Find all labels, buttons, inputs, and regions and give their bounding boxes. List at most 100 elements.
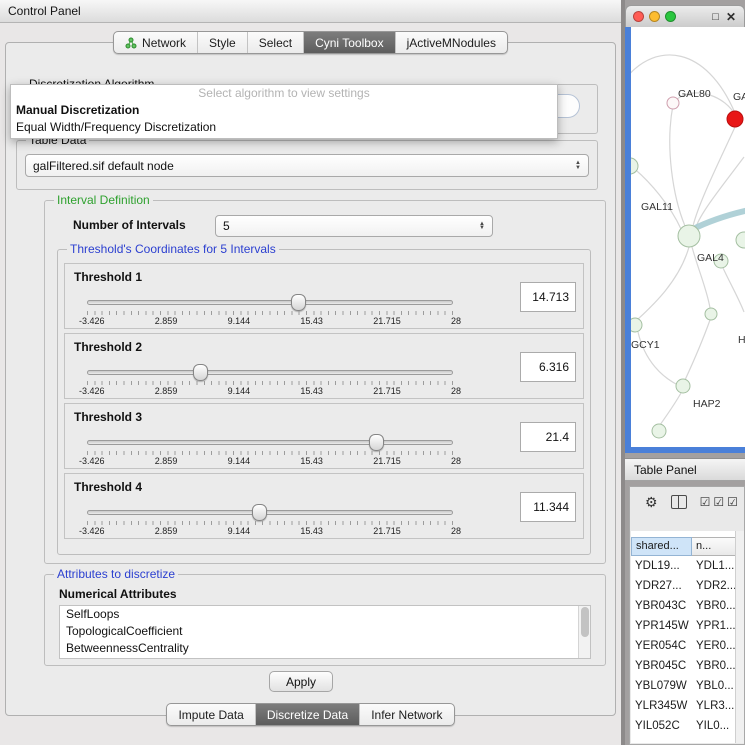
network-canvas[interactable]: GAL80 GA GAL11 GAL4 GCY1 H HAP2 bbox=[625, 27, 745, 453]
table-row[interactable]: YDR27... YDR2... bbox=[631, 576, 736, 596]
threshold-2-value-field[interactable]: 6.316 bbox=[520, 352, 576, 382]
minimize-traffic-light[interactable] bbox=[649, 11, 660, 22]
slider-track[interactable] bbox=[87, 370, 453, 375]
slider-ticks bbox=[87, 381, 453, 385]
table-row[interactable]: YBR043C YBR0... bbox=[631, 596, 736, 616]
control-panel-title: Control Panel bbox=[8, 4, 81, 18]
table-row[interactable]: YPR145W YPR1... bbox=[631, 616, 736, 636]
table-panel-header: Table Panel bbox=[625, 458, 745, 481]
interval-definition-group-label: Interval Definition bbox=[54, 193, 153, 207]
network-node[interactable] bbox=[705, 308, 717, 320]
interval-definition-group: Interval Definition Number of Intervals … bbox=[44, 200, 606, 564]
network-icon bbox=[125, 37, 137, 49]
column-header-shared-name[interactable]: shared... bbox=[631, 537, 692, 556]
table-row[interactable]: YLR345W YLR3... bbox=[631, 696, 736, 716]
slider-track[interactable] bbox=[87, 440, 453, 445]
app-window: Control Panel Network Style bbox=[0, 0, 745, 745]
slider-track[interactable] bbox=[87, 300, 453, 305]
node-label-hap2: HAP2 bbox=[693, 398, 721, 410]
threshold-2-slider[interactable] bbox=[87, 364, 453, 380]
slider-thumb[interactable] bbox=[369, 434, 384, 451]
apply-button[interactable]: Apply bbox=[269, 671, 333, 692]
tab-impute-data[interactable]: Impute Data bbox=[167, 704, 255, 725]
numerical-attributes-label: Numerical Attributes bbox=[59, 587, 177, 601]
checkbox-icon[interactable]: ☑ bbox=[727, 495, 738, 509]
tab-select[interactable]: Select bbox=[248, 32, 304, 53]
table-data-combobox[interactable]: galFiltered.sif default node ▲ ▼ bbox=[25, 154, 589, 177]
threshold-4-panel: Threshold 4 -3.426 2.859 9.144 15.43 21.… bbox=[64, 473, 584, 539]
number-of-intervals-combobox[interactable]: 5 ▲ ▼ bbox=[215, 215, 493, 237]
algorithm-option-equal-width[interactable]: Equal Width/Frequency Discretization bbox=[11, 119, 557, 136]
gear-icon[interactable]: ⚙ bbox=[645, 494, 658, 511]
threshold-3-panel: Threshold 3 -3.426 2.859 9.144 15.43 21.… bbox=[64, 403, 584, 469]
network-node-gcy1[interactable] bbox=[631, 318, 642, 332]
tab-discretize-data[interactable]: Discretize Data bbox=[256, 704, 360, 725]
node-label-gal80: GAL80 bbox=[678, 88, 711, 100]
algorithm-option-placeholder[interactable]: Select algorithm to view settings bbox=[11, 85, 557, 102]
thresholds-group-label: Threshold's Coordinates for 5 Intervals bbox=[67, 242, 279, 256]
close-traffic-light[interactable] bbox=[633, 11, 644, 22]
number-of-intervals-value: 5 bbox=[223, 219, 230, 233]
attributes-group-label: Attributes to discretize bbox=[54, 567, 178, 581]
list-scrollbar[interactable] bbox=[578, 606, 590, 658]
tab-infer-network[interactable]: Infer Network bbox=[360, 704, 453, 725]
threshold-1-slider[interactable] bbox=[87, 294, 453, 310]
slider-track[interactable] bbox=[87, 510, 453, 515]
columns-icon[interactable] bbox=[671, 495, 687, 509]
table-row[interactable]: YBL079W YBL0... bbox=[631, 676, 736, 696]
threshold-3-label: Threshold 3 bbox=[74, 410, 142, 424]
table-scrollbar[interactable] bbox=[735, 531, 744, 743]
top-tab-row: Network Style Select Cyni Toolbox jActiv… bbox=[0, 31, 621, 54]
slider-thumb[interactable] bbox=[291, 294, 306, 311]
threshold-4-value-field[interactable]: 11.344 bbox=[520, 492, 576, 522]
thresholds-group: Threshold's Coordinates for 5 Intervals … bbox=[57, 249, 591, 555]
column-header-name[interactable]: n... bbox=[692, 537, 736, 556]
threshold-1-label: Threshold 1 bbox=[74, 270, 142, 284]
threshold-3-value-field[interactable]: 21.4 bbox=[520, 422, 576, 452]
checkbox-icon[interactable]: ☑ bbox=[700, 495, 711, 509]
slider-thumb[interactable] bbox=[252, 504, 267, 521]
list-item[interactable]: BetweennessCentrality bbox=[60, 640, 590, 657]
table-panel-title: Table Panel bbox=[634, 463, 697, 477]
threshold-1-value-field[interactable]: 14.713 bbox=[520, 282, 576, 312]
network-frame-titlebar[interactable]: □ ✕ bbox=[625, 5, 745, 27]
top-tab-group: Network Style Select Cyni Toolbox jActiv… bbox=[113, 31, 508, 54]
table-row[interactable]: YBR045C YBR0... bbox=[631, 656, 736, 676]
tab-style[interactable]: Style bbox=[198, 32, 248, 53]
maximize-icon[interactable]: □ bbox=[712, 11, 719, 23]
table-row[interactable]: YIL052C YIL0... bbox=[631, 716, 736, 736]
bottom-tab-group: Impute Data Discretize Data Infer Networ… bbox=[166, 703, 454, 726]
number-of-intervals-label: Number of Intervals bbox=[73, 218, 186, 232]
bottom-tab-row: Impute Data Discretize Data Infer Networ… bbox=[0, 703, 621, 726]
numerical-attributes-list: SelfLoops TopologicalCoefficient Between… bbox=[59, 605, 591, 659]
slider-thumb[interactable] bbox=[193, 364, 208, 381]
network-view-frame: □ ✕ bbox=[625, 5, 745, 453]
slider-scale: -3.426 2.859 9.144 15.43 21.715 28 bbox=[79, 386, 461, 396]
table-row[interactable]: YDL19... YDL1... bbox=[631, 556, 736, 576]
node-label-gal11: GAL11 bbox=[641, 201, 673, 213]
threshold-4-slider[interactable] bbox=[87, 504, 453, 520]
node-table: shared... n... YDL19... YDL1... YDR27...… bbox=[631, 531, 736, 743]
threshold-3-slider[interactable] bbox=[87, 434, 453, 450]
list-scrollbar-thumb[interactable] bbox=[581, 607, 589, 637]
network-node-hap2[interactable] bbox=[676, 379, 690, 393]
close-icon[interactable]: ✕ bbox=[726, 10, 736, 24]
checkbox-icon[interactable]: ☑ bbox=[713, 495, 724, 509]
network-node[interactable] bbox=[736, 232, 745, 248]
slider-scale: -3.426 2.859 9.144 15.43 21.715 28 bbox=[79, 526, 461, 536]
network-node-selected[interactable] bbox=[727, 111, 743, 127]
tab-network[interactable]: Network bbox=[114, 32, 198, 53]
list-item[interactable]: TopologicalCoefficient bbox=[60, 623, 590, 640]
list-item[interactable]: SelfLoops bbox=[60, 606, 590, 623]
network-node-gal11[interactable] bbox=[678, 225, 700, 247]
slider-scale: -3.426 2.859 9.144 15.43 21.715 28 bbox=[79, 316, 461, 326]
slider-ticks bbox=[87, 451, 453, 455]
tab-jactivemnodules[interactable]: jActiveMNodules bbox=[396, 32, 507, 53]
table-row[interactable]: YER054C YER0... bbox=[631, 636, 736, 656]
zoom-traffic-light[interactable] bbox=[665, 11, 676, 22]
stepper-icon: ▲ ▼ bbox=[575, 161, 581, 170]
algorithm-option-manual[interactable]: Manual Discretization bbox=[11, 102, 557, 119]
network-node[interactable] bbox=[652, 424, 666, 438]
threshold-1-panel: Threshold 1 -3.426 2.859 9.144 15.43 21.… bbox=[64, 263, 584, 329]
tab-cyni-toolbox[interactable]: Cyni Toolbox bbox=[304, 32, 395, 53]
